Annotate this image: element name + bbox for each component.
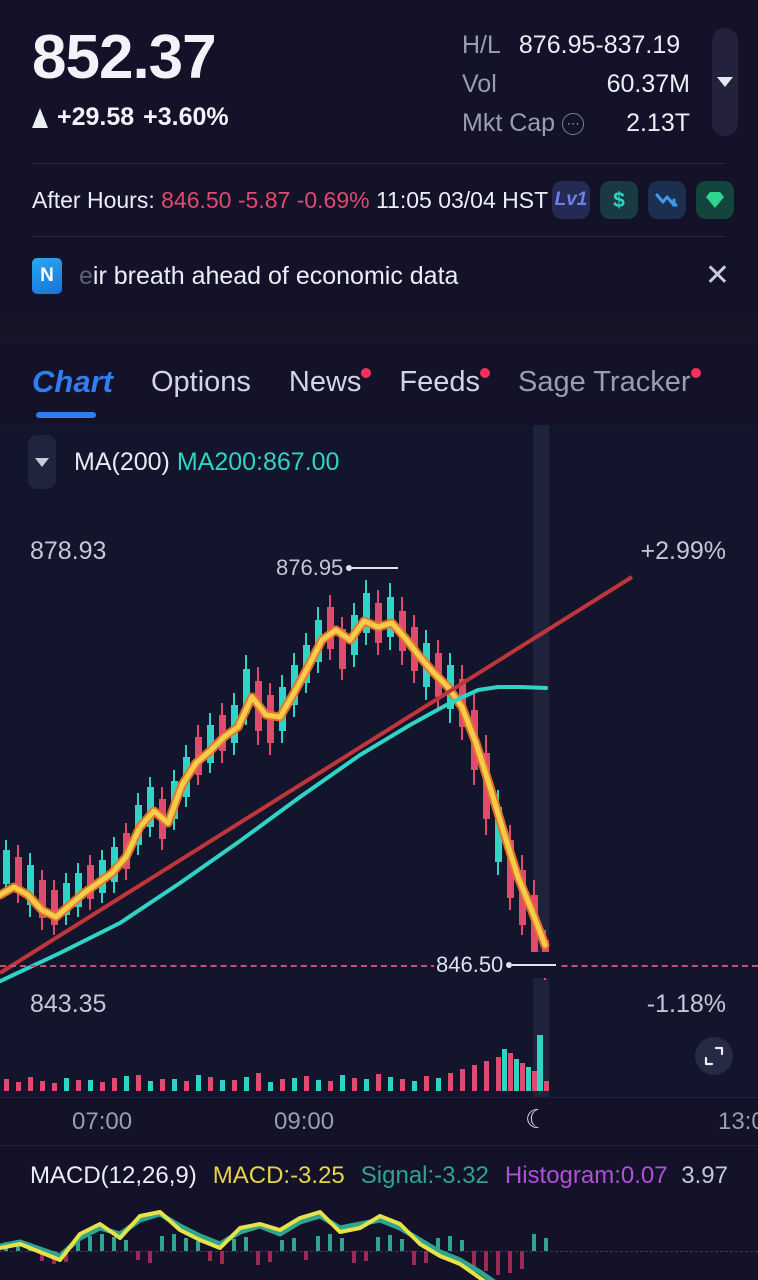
after-hours-text: After Hours: 846.50 -5.87 -0.69% 11:05 0… — [32, 187, 548, 214]
account-badges: Lv1 $ — [552, 181, 734, 219]
session-high-annotation: 876.95 — [276, 555, 399, 581]
high-low-label: H/L — [462, 31, 501, 59]
tab-feeds-label: Feeds — [399, 365, 481, 398]
moon-icon: ☾ — [525, 1104, 549, 1134]
tab-chart-label: Chart — [32, 364, 113, 399]
after-hours-timestamp: 11:05 03/04 HST — [375, 186, 549, 213]
trend-down-icon — [655, 193, 678, 207]
section-tabs: Chart Options News Feeds Sage Tracker — [0, 343, 758, 425]
price-chart-panel[interactable]: MA(200) MA200:867.00 878.93 843.35 +2.99… — [0, 425, 758, 1097]
fullscreen-button[interactable] — [695, 1037, 733, 1075]
stock-detail-screen: 852.37 +29.58 +3.60% H/L 876.95-837.19 V… — [0, 0, 758, 1280]
after-hours-price-annotation: 846.50 — [434, 952, 559, 978]
tab-news[interactable]: News — [288, 365, 372, 403]
chevron-down-icon — [35, 457, 49, 467]
news-source-logo-icon: N — [32, 258, 62, 294]
quote-expand-button[interactable] — [712, 28, 738, 136]
news-headline: …eir breath ahead of economic data — [76, 261, 459, 290]
trend-down-badge[interactable] — [648, 181, 686, 219]
dollar-icon: $ — [613, 189, 625, 212]
session-high-value: 876.95 — [276, 555, 344, 580]
tab-chart[interactable]: Chart — [32, 364, 113, 418]
macd-signal-value: Signal:-3.32 — [360, 1162, 489, 1189]
after-hours-price-line — [0, 965, 758, 967]
axis-low-label: 843.35 — [30, 990, 107, 1018]
section-gap — [0, 315, 758, 343]
diamond-icon — [706, 192, 724, 208]
macd-chart — [0, 1210, 548, 1280]
tab-options-label: Options — [150, 365, 251, 398]
price-block: 852.37 +29.58 +3.60% — [32, 22, 229, 132]
change-percent: +3.60% — [143, 103, 229, 131]
time-axis: 07:00 09:00 13:0 ☾ — [0, 1097, 758, 1145]
moving-average-lines — [0, 616, 550, 950]
level1-badge[interactable]: Lv1 — [552, 181, 590, 219]
macd-legend: MACD(12,26,9) MACD:-3.25 Signal:-3.32 Hi… — [30, 1162, 668, 1190]
indicator-row: MA(200) MA200:867.00 — [28, 435, 339, 489]
macd-scale-top: 3.97 — [681, 1162, 728, 1189]
after-hours-change: -5.87 — [237, 186, 291, 213]
svg-text:$: $ — [613, 189, 625, 212]
info-dots-icon[interactable]: ⋯ — [562, 112, 585, 135]
quote-stats: H/L 876.95-837.19 Vol 60.37M Mkt Cap ⋯ 2… — [462, 26, 690, 143]
after-hours-change-pct: -0.69% — [296, 186, 370, 213]
change-absolute: +29.58 — [57, 103, 135, 131]
macd-panel[interactable]: MACD(12,26,9) MACD:-3.25 Signal:-3.32 Hi… — [0, 1145, 758, 1280]
price-change-row: +29.58 +3.60% — [32, 103, 229, 132]
after-hours-leader-line — [512, 964, 557, 966]
chevron-down-icon — [717, 77, 733, 87]
stat-row-volume: Vol 60.37M — [462, 65, 690, 104]
time-tick-0700: 07:00 — [72, 1108, 133, 1135]
macd-histogram-value: Histogram:0.07 — [504, 1162, 668, 1189]
market-cap-label: Mkt Cap ⋯ — [462, 109, 585, 138]
quote-header: 852.37 +29.58 +3.60% H/L 876.95-837.19 V… — [0, 0, 758, 163]
last-price: 852.37 — [32, 23, 217, 92]
tab-sage-tracker[interactable]: Sage Tracker — [518, 365, 701, 403]
candlestick-chart — [0, 575, 634, 984]
dollar-badge[interactable]: $ — [600, 181, 638, 219]
indicator-toggle-button[interactable] — [28, 435, 56, 489]
tab-news-badge-dot — [361, 367, 372, 378]
triangle-up-icon — [32, 107, 48, 128]
market-cap-text: Mkt Cap — [462, 109, 556, 137]
macd-value: MACD:-3.25 — [212, 1162, 345, 1189]
time-tick-1300: 13:0 — [718, 1108, 758, 1135]
tab-sage-tracker-badge-dot — [690, 367, 701, 378]
after-hours-bar: After Hours: 846.50 -5.87 -0.69% 11:05 0… — [0, 164, 758, 236]
stat-row-high-low: H/L 876.95-837.19 — [462, 26, 690, 65]
news-headline-clip: …eir breath ahead of economic data — [76, 262, 738, 291]
market-cap-value: 2.13T — [626, 109, 690, 137]
macd-title: MACD(12,26,9) — [30, 1162, 197, 1189]
volume-value: 60.37M — [606, 70, 690, 98]
session-high-leader-line — [352, 567, 399, 569]
tab-sage-tracker-label: Sage Tracker — [518, 365, 691, 398]
diamond-badge[interactable] — [696, 181, 734, 219]
volume-histogram — [4, 1035, 549, 1091]
volume-label: Vol — [462, 70, 497, 98]
fullscreen-icon — [704, 1046, 724, 1066]
tab-feeds-badge-dot — [480, 367, 491, 378]
indicator-value: MA200:867.00 — [176, 447, 340, 476]
axis-high-percent-label: +2.99% — [640, 537, 727, 565]
tab-options[interactable]: Options — [151, 366, 251, 403]
after-hours-price: 846.50 — [161, 186, 232, 213]
after-hours-label: After Hours: — [32, 186, 155, 213]
stat-row-market-cap: Mkt Cap ⋯ 2.13T — [462, 104, 690, 143]
volume-bars — [4, 1035, 549, 1091]
indicator-label: MA(200) MA200:867.00 — [74, 448, 339, 477]
close-icon[interactable]: ✕ — [705, 261, 730, 291]
time-tick-0900: 09:00 — [274, 1108, 335, 1135]
axis-high-label: 878.93 — [30, 537, 107, 565]
indicator-name: MA(200) — [74, 447, 170, 476]
axis-low-percent-label: -1.18% — [646, 990, 726, 1018]
after-hours-price-value: 846.50 — [436, 952, 504, 977]
tab-feeds[interactable]: Feeds — [399, 365, 491, 403]
news-banner[interactable]: N …eir breath ahead of economic data ✕ — [0, 237, 758, 315]
high-low-value: 876.95-837.19 — [518, 31, 681, 59]
tab-news-label: News — [288, 365, 362, 398]
